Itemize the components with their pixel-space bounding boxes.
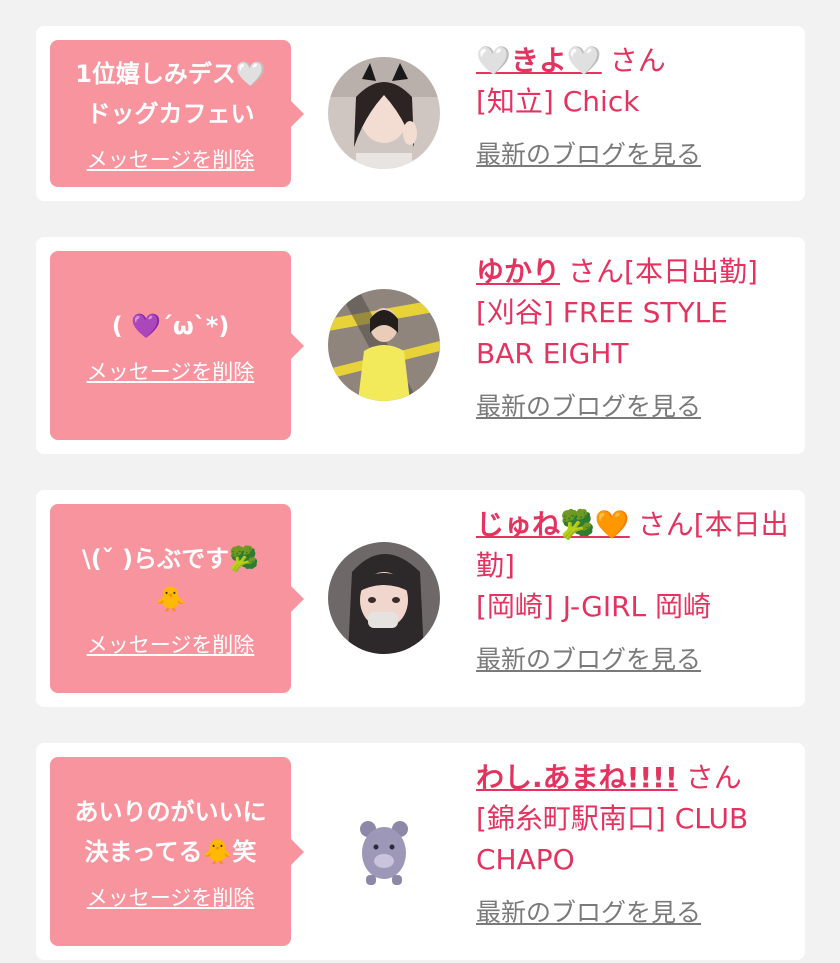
latest-blog-link[interactable]: 最新のブログを見る bbox=[476, 386, 701, 427]
delete-message-link[interactable]: メッセージを削除 bbox=[87, 356, 255, 386]
user-name-link[interactable]: わし.あまね!!!! bbox=[476, 761, 678, 794]
name-suffix: さん bbox=[609, 44, 666, 77]
message-card: \(ˇ )らぶです🥦 🐥 メッセージを削除 じゅね🥦🧡 さん[本日出勤] [岡崎]… bbox=[36, 490, 805, 707]
user-info: わし.あまね!!!! さん [錦糸町駅南口] CLUB CHAPO 最新のブログを… bbox=[476, 757, 791, 933]
user-name-link[interactable]: ゆかり bbox=[476, 255, 560, 288]
message-card: 1位嬉しみデス🤍 ドッグカフェい メッセージを削除 🤍きよ🤍 さん [知立] Ch… bbox=[36, 26, 805, 201]
avatar[interactable] bbox=[328, 57, 440, 169]
user-name-link[interactable]: 🤍きよ🤍 bbox=[476, 44, 602, 77]
user-info: じゅね🥦🧡 さん[本日出勤] [岡崎] J-GIRL 岡崎 最新のブログを見る bbox=[476, 504, 791, 680]
delete-message-link[interactable]: メッセージを削除 bbox=[87, 882, 255, 912]
message-text: \(ˇ )らぶです🥦 🐥 bbox=[82, 544, 259, 613]
latest-blog-link[interactable]: 最新のブログを見る bbox=[476, 134, 701, 175]
name-suffix: さん[本日出勤] bbox=[568, 255, 758, 288]
message-text: あいりのがいいに 決まってる🐥笑 bbox=[74, 797, 267, 866]
message-text: 1位嬉しみデス🤍 ドッグカフェい bbox=[75, 59, 266, 128]
latest-blog-link[interactable]: 最新のブログを見る bbox=[476, 892, 701, 933]
message-bubble: あいりのがいいに 決まってる🐥笑 メッセージを削除 bbox=[50, 757, 304, 946]
delete-message-link[interactable]: メッセージを削除 bbox=[87, 144, 255, 174]
mascot-icon[interactable] bbox=[328, 795, 440, 907]
message-text: ( 💜´ω`*) bbox=[111, 311, 230, 340]
message-bubble: ( 💜´ω`*) メッセージを削除 bbox=[50, 251, 304, 440]
shop-name[interactable]: [岡崎] J-GIRL 岡崎 bbox=[476, 586, 791, 627]
shop-name[interactable]: [錦糸町駅南口] CLUB CHAPO bbox=[476, 798, 791, 880]
message-card: あいりのがいいに 決まってる🐥笑 メッセージを削除 わし.あまね!!!! さん [… bbox=[36, 743, 805, 960]
avatar[interactable] bbox=[328, 542, 440, 654]
message-bubble: 1位嬉しみデス🤍 ドッグカフェい メッセージを削除 bbox=[50, 40, 304, 187]
shop-name[interactable]: [刈谷] FREE STYLE BAR EIGHT bbox=[476, 292, 791, 374]
user-info: ゆかり さん[本日出勤] [刈谷] FREE STYLE BAR EIGHT 最新… bbox=[476, 251, 791, 427]
avatar[interactable] bbox=[328, 289, 440, 401]
message-bubble: \(ˇ )らぶです🥦 🐥 メッセージを削除 bbox=[50, 504, 304, 693]
latest-blog-link[interactable]: 最新のブログを見る bbox=[476, 639, 701, 680]
delete-message-link[interactable]: メッセージを削除 bbox=[87, 629, 255, 659]
shop-name[interactable]: [知立] Chick bbox=[476, 81, 791, 122]
user-name-link[interactable]: じゅね🥦🧡 bbox=[476, 508, 630, 541]
message-card: ( 💜´ω`*) メッセージを削除 ゆかり さん[本日出勤] [刈谷] FREE … bbox=[36, 237, 805, 454]
user-info: 🤍きよ🤍 さん [知立] Chick 最新のブログを見る bbox=[476, 40, 791, 175]
name-suffix: さん bbox=[685, 761, 742, 794]
